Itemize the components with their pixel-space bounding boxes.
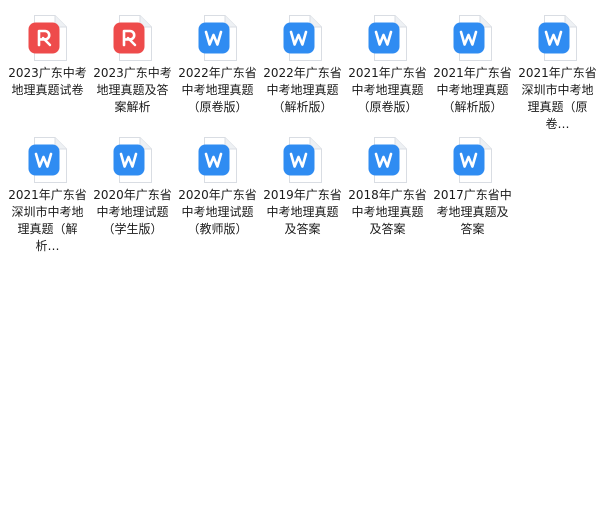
- file-name: 2020年广东省中考地理试题（教师版）: [178, 188, 257, 236]
- file-item[interactable]: 2020年广东省中考地理试题（教师版）: [175, 132, 260, 254]
- file-item[interactable]: 2023广东中考地理真题试卷: [5, 10, 90, 132]
- word-file-icon: [538, 14, 578, 62]
- file-name: 2021年广东省深圳市中考地理真题（解析…: [8, 188, 87, 253]
- file-name: 2022年广东省中考地理真题（原卷版）: [178, 66, 257, 114]
- file-item[interactable]: 2019年广东省中考地理真题及答案: [260, 132, 345, 254]
- file-item[interactable]: 2017广东省中考地理真题及答案: [430, 132, 515, 254]
- file-item[interactable]: 2022年广东省中考地理真题（解析版）: [260, 10, 345, 132]
- word-file-icon: [453, 14, 493, 62]
- file-name: 2020年广东省中考地理试题（学生版）: [93, 188, 172, 236]
- file-name: 2023广东中考地理真题及答案解析: [93, 66, 172, 114]
- file-item[interactable]: 2021年广东省深圳市中考地理真题（原卷…: [515, 10, 600, 132]
- word-file-icon: [113, 136, 153, 184]
- pdf-file-icon: [28, 14, 68, 62]
- word-file-icon: [28, 136, 68, 184]
- file-name: 2021年广东省中考地理真题（原卷版）: [348, 66, 427, 114]
- file-item[interactable]: 2021年广东省深圳市中考地理真题（解析…: [5, 132, 90, 254]
- word-file-icon: [453, 136, 493, 184]
- file-item[interactable]: 2021年广东省中考地理真题（原卷版）: [345, 10, 430, 132]
- file-item[interactable]: 2021年广东省中考地理真题（解析版）: [430, 10, 515, 132]
- file-name: 2023广东中考地理真题试卷: [8, 66, 87, 97]
- word-file-icon: [198, 14, 238, 62]
- file-name: 2018年广东省中考地理真题及答案: [348, 188, 427, 236]
- file-name: 2021年广东省深圳市中考地理真题（原卷…: [518, 66, 597, 131]
- file-item[interactable]: 2020年广东省中考地理试题（学生版）: [90, 132, 175, 254]
- word-file-icon: [283, 136, 323, 184]
- word-file-icon: [198, 136, 238, 184]
- file-name: 2021年广东省中考地理真题（解析版）: [433, 66, 512, 114]
- file-item[interactable]: 2022年广东省中考地理真题（原卷版）: [175, 10, 260, 132]
- file-name: 2022年广东省中考地理真题（解析版）: [263, 66, 342, 114]
- file-name: 2017广东省中考地理真题及答案: [433, 188, 512, 236]
- pdf-file-icon: [113, 14, 153, 62]
- file-name: 2019年广东省中考地理真题及答案: [263, 188, 342, 236]
- file-grid: 2023广东中考地理真题试卷 2023广东中考地理真题及答案解析 2022年广东…: [5, 10, 599, 254]
- word-file-icon: [368, 14, 408, 62]
- word-file-icon: [368, 136, 408, 184]
- file-item[interactable]: 2018年广东省中考地理真题及答案: [345, 132, 430, 254]
- word-file-icon: [283, 14, 323, 62]
- file-item[interactable]: 2023广东中考地理真题及答案解析: [90, 10, 175, 132]
